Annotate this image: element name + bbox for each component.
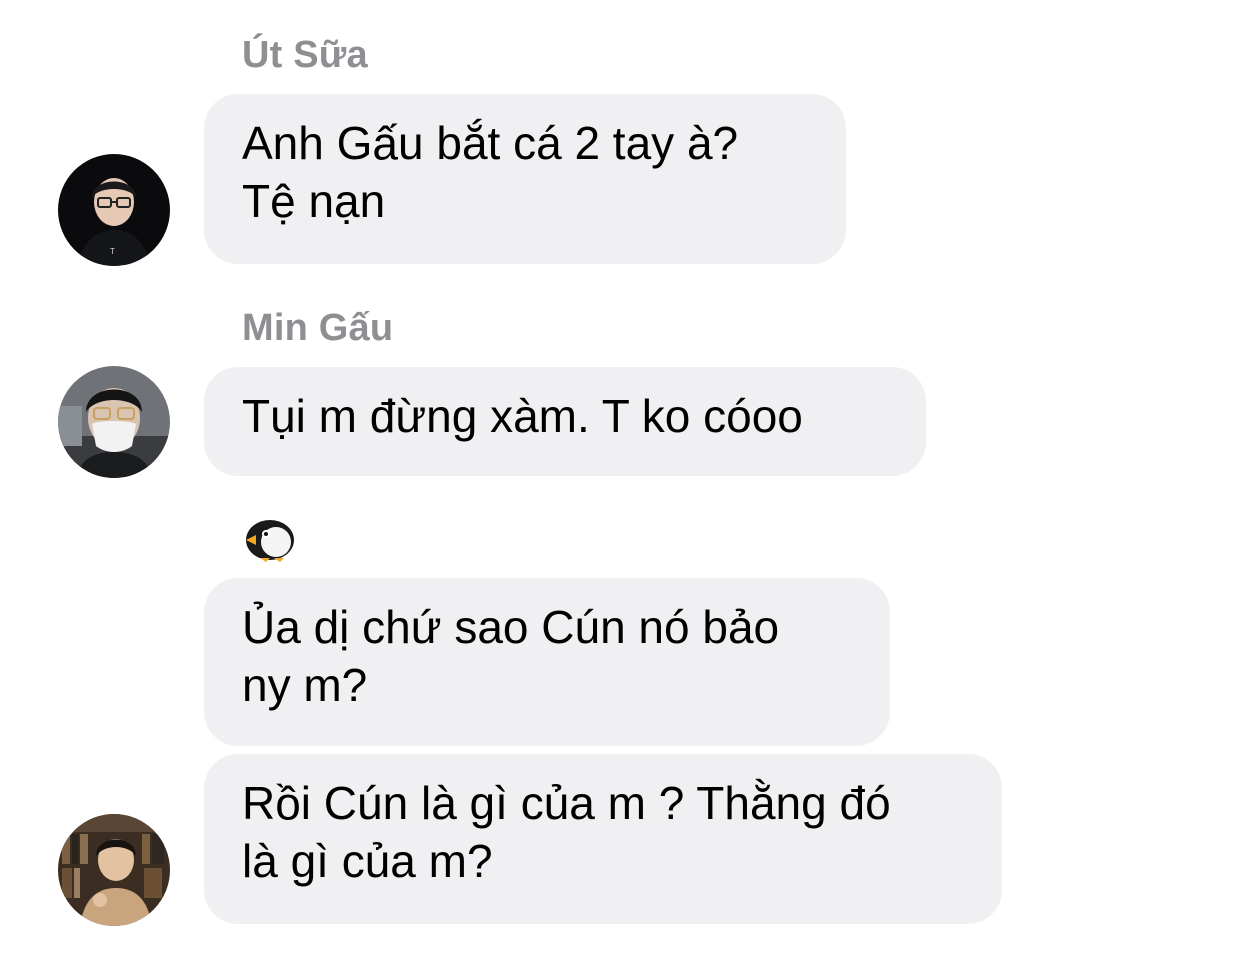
message-bubble[interactable]: Tụi m đừng xàm. T ko cóoo — [204, 367, 926, 476]
avatar-third-sender[interactable] — [58, 814, 170, 926]
message-bubble[interactable]: Anh Gấu bắt cá 2 tay à? Tệ nạn — [204, 94, 846, 264]
svg-text:T: T — [110, 247, 115, 256]
penguin-icon — [242, 518, 296, 562]
sender-name-min-gau: Min Gấu — [242, 307, 394, 349]
sender-name-ut-sua: Út Sữa — [242, 34, 368, 76]
message-bubble[interactable]: Ủa dị chứ sao Cún nó bảo ny m? — [204, 578, 890, 746]
avatar-min-gau[interactable] — [58, 366, 170, 478]
avatar-ut-sua[interactable]: T — [58, 154, 170, 266]
message-bubble[interactable]: Rồi Cún là gì của m ? Thằng đó là gì của… — [204, 754, 1002, 924]
